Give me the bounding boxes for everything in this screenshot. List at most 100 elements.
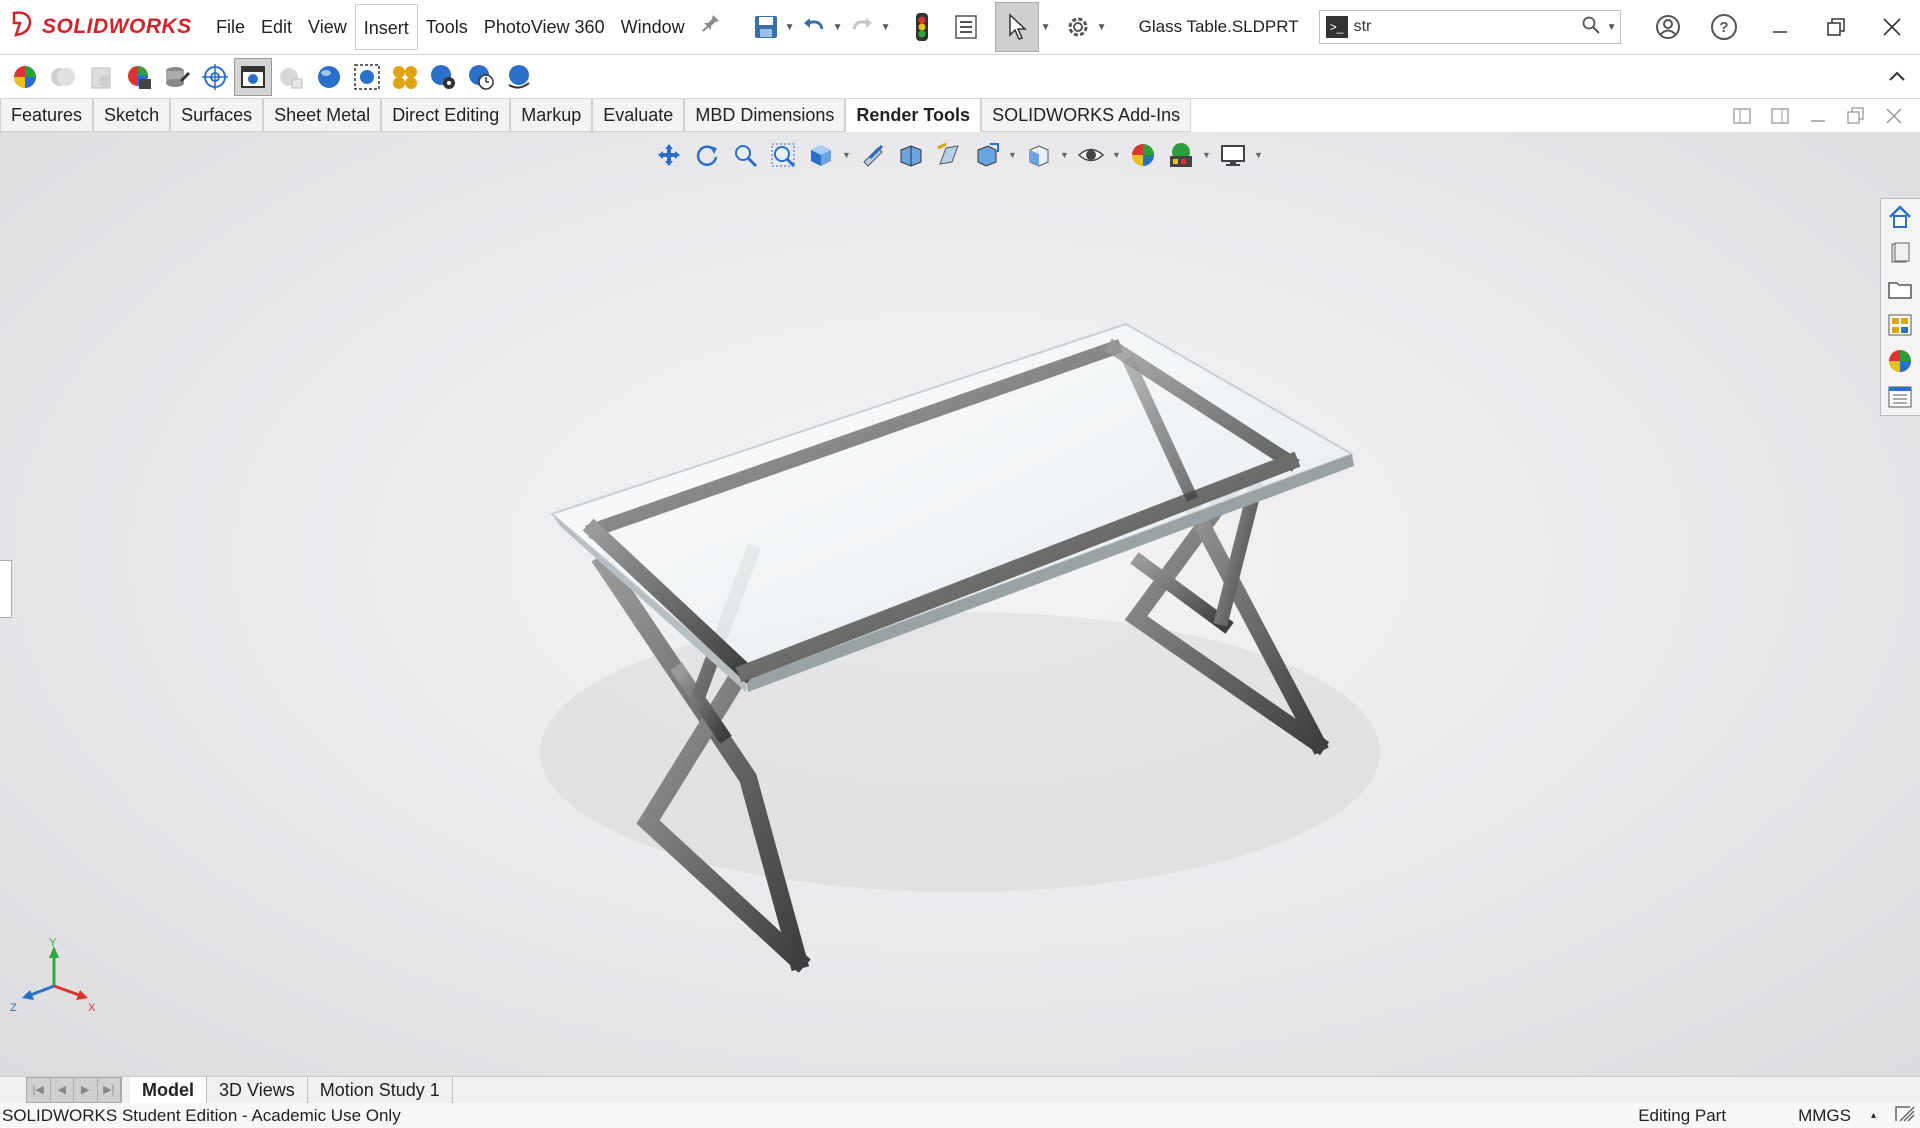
render-region-icon[interactable] xyxy=(348,58,386,96)
view-palette-icon[interactable] xyxy=(1881,307,1919,343)
zoom-to-area-icon[interactable] xyxy=(728,138,762,172)
apply-scene-dropdown-icon[interactable]: ▼ xyxy=(1202,150,1212,160)
file-explorer-icon[interactable] xyxy=(1881,271,1919,307)
options-render-icon[interactable] xyxy=(386,58,424,96)
tab-direct-editing[interactable]: Direct Editing xyxy=(381,99,511,132)
prev-tab-icon[interactable]: ◀ xyxy=(51,1078,74,1102)
tab-motion-study-1[interactable]: Motion Study 1 xyxy=(308,1077,453,1103)
menu-insert[interactable]: Insert xyxy=(354,4,418,50)
tile-right-icon[interactable] xyxy=(1768,104,1792,128)
options-gear-icon[interactable] xyxy=(1061,10,1095,44)
final-render-icon[interactable] xyxy=(310,58,348,96)
hide-show-dropdown-icon[interactable]: ▼ xyxy=(1060,150,1070,160)
help-icon[interactable]: ? xyxy=(1696,0,1752,55)
user-account-icon[interactable] xyxy=(1640,0,1696,55)
select-dropdown-icon[interactable]: ▼ xyxy=(1039,22,1053,33)
zoom-to-fit-icon[interactable] xyxy=(766,138,800,172)
units-selector[interactable]: MMGS xyxy=(1798,1106,1851,1126)
search-input[interactable] xyxy=(1353,18,1578,36)
units-caret-icon[interactable]: ▴ xyxy=(1871,1110,1876,1121)
display-style-icon[interactable] xyxy=(970,138,1004,172)
menu-view[interactable]: View xyxy=(300,4,355,50)
section-view-icon[interactable] xyxy=(856,138,890,172)
tab-model[interactable]: Model xyxy=(130,1077,207,1103)
minimize-icon[interactable] xyxy=(1752,0,1808,55)
app-logo[interactable]: SOLIDWORKS xyxy=(8,9,208,45)
tab-evaluate[interactable]: Evaluate xyxy=(592,99,685,132)
menu-tools[interactable]: Tools xyxy=(418,4,476,50)
tab-render-tools[interactable]: Render Tools xyxy=(845,99,982,132)
doc-restore-icon[interactable] xyxy=(1844,104,1868,128)
tab-features[interactable]: Features xyxy=(0,99,94,132)
view-eye-dropdown-icon[interactable]: ▼ xyxy=(1112,150,1122,160)
view-settings-icon[interactable] xyxy=(1216,138,1250,172)
edit-scene-icon[interactable] xyxy=(158,58,196,96)
search-dropdown-icon[interactable]: ▼ xyxy=(1604,22,1620,33)
tab-markup[interactable]: Markup xyxy=(510,99,593,132)
copy-appearance-icon[interactable] xyxy=(44,58,82,96)
edit-appearance-icon[interactable] xyxy=(6,58,44,96)
edit-decal-icon[interactable] xyxy=(196,58,234,96)
select-icon[interactable] xyxy=(994,2,1039,52)
design-library-icon[interactable] xyxy=(1881,235,1919,271)
tab-solidworks-add-ins[interactable]: SOLIDWORKS Add-Ins xyxy=(981,99,1192,132)
doc-close-icon[interactable] xyxy=(1882,104,1906,128)
search-box[interactable]: >_ ▼ xyxy=(1318,10,1621,44)
redo-dropdown-icon[interactable]: ▼ xyxy=(879,22,893,33)
last-tab-icon[interactable]: ▶| xyxy=(98,1078,121,1102)
search-icon[interactable] xyxy=(1578,16,1604,39)
menu-file[interactable]: File xyxy=(208,4,253,50)
undo-dropdown-icon[interactable]: ▼ xyxy=(831,22,845,33)
undo-icon[interactable] xyxy=(797,10,831,44)
view-settings-dropdown-icon[interactable]: ▼ xyxy=(1254,150,1264,160)
menu-window[interactable]: Window xyxy=(613,4,693,50)
file-properties-icon[interactable] xyxy=(949,10,983,44)
view-eye-icon[interactable] xyxy=(1074,138,1108,172)
rotate-view-icon[interactable] xyxy=(690,138,724,172)
doc-minimize-icon[interactable] xyxy=(1806,104,1830,128)
tab-sketch[interactable]: Sketch xyxy=(93,99,171,132)
appearances-scenes-icon[interactable] xyxy=(1881,343,1919,379)
pin-icon[interactable] xyxy=(693,4,729,50)
menu-edit[interactable]: Edit xyxy=(253,4,300,50)
view-orientation-icon[interactable] xyxy=(804,138,838,172)
save-dropdown-icon[interactable]: ▼ xyxy=(783,22,797,33)
options-dropdown-icon[interactable]: ▼ xyxy=(1095,22,1109,33)
tab-surfaces[interactable]: Surfaces xyxy=(170,99,264,132)
integrated-preview-icon[interactable] xyxy=(234,57,272,96)
solidworks-resources-icon[interactable] xyxy=(1881,199,1919,235)
recall-last-render-icon[interactable] xyxy=(500,58,538,96)
schedule-render-icon[interactable] xyxy=(462,58,500,96)
custom-properties-icon[interactable] xyxy=(1881,379,1919,415)
collapse-ribbon-icon[interactable] xyxy=(1888,66,1906,87)
menu-photoview[interactable]: PhotoView 360 xyxy=(476,4,613,50)
paste-appearance-icon[interactable] xyxy=(82,58,120,96)
dynamic-annotation-icon[interactable] xyxy=(894,138,928,172)
first-tab-icon[interactable]: |◀ xyxy=(27,1078,51,1102)
render-settings-icon[interactable] xyxy=(424,58,462,96)
restore-icon[interactable] xyxy=(1808,0,1864,55)
command-search-icon[interactable]: >_ xyxy=(1325,16,1348,38)
glass-table-model[interactable] xyxy=(0,132,1920,1076)
next-tab-icon[interactable]: ▶ xyxy=(74,1078,98,1102)
graphics-area[interactable]: ▼ ▼ ▼ ▼ ▼ ▼ Y X Z xyxy=(0,132,1920,1076)
close-icon[interactable] xyxy=(1864,0,1920,55)
preview-window-icon[interactable] xyxy=(272,58,310,96)
appearance-manager-icon[interactable] xyxy=(120,58,158,96)
pan-icon[interactable] xyxy=(652,138,686,172)
apply-scene-icon[interactable] xyxy=(1164,138,1198,172)
tile-left-icon[interactable] xyxy=(1730,104,1754,128)
view-orientation-dropdown-icon[interactable]: ▼ xyxy=(842,150,852,160)
tab-3d-views[interactable]: 3D Views xyxy=(207,1077,308,1103)
tab-sheet-metal[interactable]: Sheet Metal xyxy=(263,99,382,132)
previous-view-icon[interactable] xyxy=(932,138,966,172)
hide-show-items-icon[interactable] xyxy=(1022,138,1056,172)
redo-icon[interactable] xyxy=(845,10,879,44)
customize-status-icon[interactable] xyxy=(1894,1103,1916,1128)
tab-mbd-dimensions[interactable]: MBD Dimensions xyxy=(684,99,846,132)
edit-appearance-view-icon[interactable] xyxy=(1126,138,1160,172)
save-icon[interactable] xyxy=(749,10,783,44)
rebuild-icon[interactable] xyxy=(905,10,939,44)
feature-manager-collapse-handle[interactable] xyxy=(0,560,12,618)
display-style-dropdown-icon[interactable]: ▼ xyxy=(1008,150,1018,160)
